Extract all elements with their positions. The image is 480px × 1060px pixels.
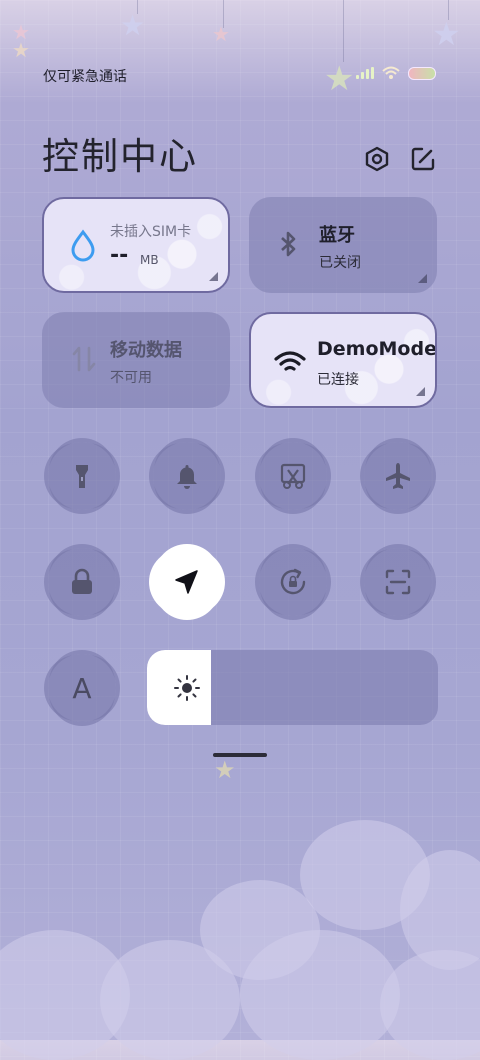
flashlight-icon: [76, 465, 88, 488]
data-usage-value: --: [110, 243, 129, 268]
decor-star-icon: ★: [12, 38, 30, 62]
tile-expand-icon: [416, 387, 425, 396]
mobile-data-status: 不可用: [110, 370, 152, 386]
location-arrow-icon: [175, 570, 198, 594]
settings-icon[interactable]: [364, 146, 390, 172]
screenshot-toggle[interactable]: [259, 442, 327, 510]
water-drop-icon: [71, 229, 95, 262]
page-title: 控制中心: [42, 135, 198, 178]
ring-toggle[interactable]: [153, 442, 221, 510]
wifi-network-name: DemoMode: [317, 338, 435, 360]
wifi-status: 已连接: [317, 372, 359, 388]
status-carrier-text: 仅可紧急通话: [43, 69, 127, 85]
bluetooth-status: 已关闭: [319, 255, 361, 271]
rotate-lock-icon: [280, 568, 306, 595]
mobile-data-icon: [72, 346, 96, 372]
wifi-tile[interactable]: DemoMode 已连接: [249, 312, 437, 408]
bluetooth-tile[interactable]: 蓝牙 已关闭: [249, 197, 437, 293]
sun-icon: [174, 675, 200, 701]
flashlight-toggle[interactable]: [48, 442, 116, 510]
bluetooth-icon: [281, 231, 296, 257]
data-usage-tile[interactable]: 未插入SIM卡 -- MB: [42, 197, 230, 293]
sim-status-text: 未插入SIM卡: [110, 224, 192, 240]
airplane-mode-toggle[interactable]: [364, 442, 432, 510]
data-usage-unit: MB: [140, 253, 159, 267]
decor-star-icon: ★: [432, 15, 461, 53]
home-indicator[interactable]: [213, 753, 267, 757]
tile-expand-icon: [418, 274, 427, 283]
battery-icon: [408, 66, 436, 80]
brightness-slider[interactable]: [147, 650, 438, 725]
auto-brightness-toggle[interactable]: A: [48, 654, 116, 722]
bluetooth-label: 蓝牙: [319, 225, 355, 246]
status-icons: [356, 66, 436, 80]
decor-star-icon: ★: [324, 59, 355, 99]
mobile-data-label: 移动数据: [110, 340, 182, 361]
airplane-icon: [386, 463, 410, 489]
wifi-icon: [274, 351, 306, 371]
scanner-toggle[interactable]: [364, 548, 432, 616]
signal-icon: [356, 67, 374, 79]
bell-icon: [177, 465, 197, 489]
decor-string: [343, 0, 344, 62]
wifi-icon: [382, 66, 400, 79]
lock-screen-toggle[interactable]: [48, 548, 116, 616]
edit-icon[interactable]: [410, 146, 436, 172]
lock-icon: [72, 568, 92, 594]
tile-expand-icon: [209, 272, 218, 281]
screenshot-scissors-icon: [280, 463, 306, 489]
decor-star-icon: ★: [212, 22, 230, 46]
mobile-data-tile[interactable]: 移动数据 不可用: [42, 312, 230, 408]
decor-star-icon: ★: [214, 756, 236, 784]
auto-rotate-toggle[interactable]: [259, 548, 327, 616]
decor-star-icon: ★: [120, 9, 146, 42]
auto-brightness-icon: A: [72, 671, 92, 705]
location-toggle[interactable]: [153, 548, 221, 616]
scan-icon: [385, 569, 411, 595]
